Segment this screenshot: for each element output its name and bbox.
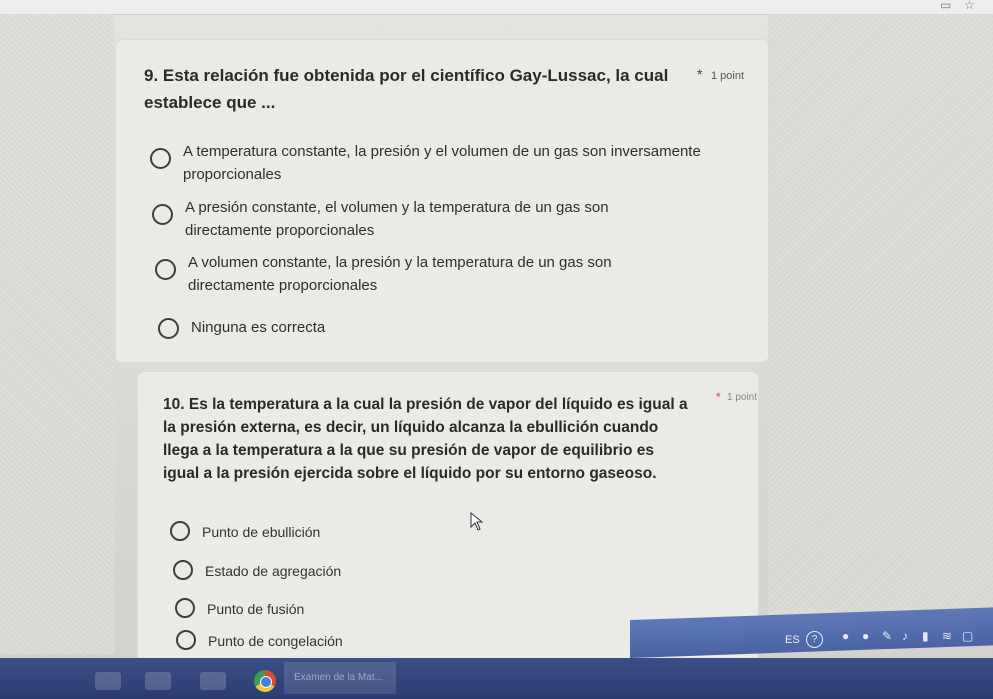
- question-10-option[interactable]: Punto de fusión: [175, 598, 304, 621]
- taskbar-app-icon[interactable]: [145, 672, 171, 690]
- radio-button[interactable]: [150, 148, 171, 169]
- notification-icon[interactable]: ▢: [962, 629, 973, 643]
- option-label: Punto de congelación: [208, 633, 343, 649]
- question-9-title: 9. Esta relación fue obtenida por el cie…: [144, 66, 669, 112]
- help-icon[interactable]: ?: [806, 631, 823, 648]
- radio-button[interactable]: [158, 318, 179, 339]
- question-10-option[interactable]: Punto de congelación: [176, 630, 343, 653]
- taskbar-app-icon[interactable]: [200, 672, 226, 690]
- battery-icon[interactable]: ▮: [922, 629, 929, 643]
- edit-icon[interactable]: ✎: [882, 629, 892, 643]
- chrome-icon[interactable]: [254, 670, 276, 692]
- question-10-option[interactable]: Estado de agregación: [173, 560, 341, 583]
- radio-button[interactable]: [155, 259, 176, 280]
- radio-button[interactable]: [170, 521, 190, 541]
- radio-button[interactable]: [176, 630, 196, 650]
- option-label: Punto de fusión: [207, 601, 305, 617]
- question-10-option[interactable]: Punto de ebullición: [170, 521, 320, 544]
- background-right: [768, 14, 993, 634]
- option-label: Punto de ebullición: [202, 524, 321, 540]
- option-label: A temperatura constante, la presión y el…: [183, 143, 701, 183]
- radio-button[interactable]: [152, 204, 173, 225]
- background-left: [0, 14, 115, 654]
- question-9-points: 1 point: [711, 70, 745, 82]
- question-10-points: 1 point: [727, 392, 758, 403]
- option-label: Ninguna es correcta: [191, 319, 326, 336]
- question-9-required-mark: *: [697, 66, 703, 82]
- browser-top-strip: ▭ ☆: [0, 0, 993, 15]
- question-9-option[interactable]: A presión constante, el volumen y la tem…: [152, 196, 697, 242]
- language-indicator[interactable]: ES: [785, 634, 800, 646]
- mouse-pointer-icon: [470, 512, 484, 531]
- option-label: A presión constante, el volumen y la tem…: [185, 199, 609, 239]
- option-label: Estado de agregación: [205, 563, 342, 579]
- volume-icon[interactable]: ♪: [902, 629, 908, 643]
- star-icon[interactable]: ☆: [964, 0, 975, 12]
- question-9-option[interactable]: A volumen constante, la presión y la tem…: [155, 251, 700, 297]
- radio-button[interactable]: [175, 598, 195, 618]
- window-icon[interactable]: ▭: [940, 0, 951, 12]
- question-10-required-mark: *: [716, 390, 721, 404]
- wifi-icon[interactable]: ≋: [942, 629, 952, 643]
- radio-button[interactable]: [173, 560, 193, 580]
- taskbar-window-label: Examen de la Mat...: [294, 672, 383, 683]
- question-9-option[interactable]: Ninguna es correcta: [158, 316, 558, 339]
- question-10-title: 10. Es la temperatura a la cual la presi…: [163, 396, 688, 482]
- sync-icon[interactable]: ●: [862, 629, 869, 643]
- question-9-option[interactable]: A temperatura constante, la presión y el…: [150, 140, 710, 186]
- network-icon[interactable]: ●: [842, 629, 849, 643]
- option-label: A volumen constante, la presión y la tem…: [188, 254, 612, 294]
- taskbar-app-icon[interactable]: [95, 672, 121, 690]
